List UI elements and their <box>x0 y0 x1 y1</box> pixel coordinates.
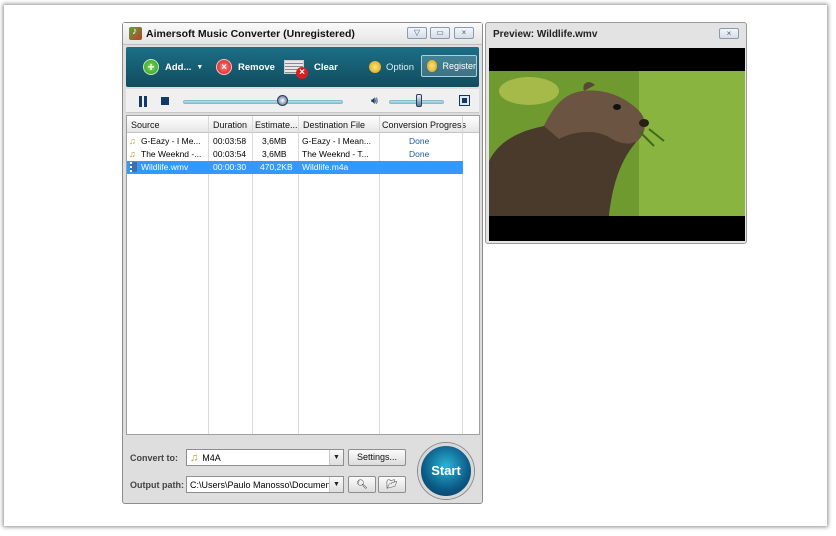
search-folder-button[interactable]: 🔍︎ <box>348 476 376 493</box>
settings-button[interactable]: Settings... <box>348 449 406 466</box>
option-button[interactable]: Option <box>369 47 414 87</box>
film-icon <box>130 162 137 173</box>
playback-bar: 🔊︎ <box>126 89 479 113</box>
column-destination[interactable]: Destination File <box>303 120 365 130</box>
chevron-down-icon: ▼ <box>196 63 204 71</box>
close-button[interactable]: × <box>454 27 474 39</box>
output-path-select[interactable]: C:\Users\Paulo Manosso\Documents ▼ <box>186 476 344 493</box>
seek-slider-thumb[interactable] <box>277 95 289 106</box>
row-destination: The Weeknd - T... <box>302 149 369 159</box>
remove-button[interactable]: × Remove <box>216 47 275 87</box>
register-button[interactable]: Register <box>421 55 477 77</box>
music-note-icon: ♫ <box>129 136 136 146</box>
music-note-icon: ♫ <box>129 149 136 159</box>
output-path-label: Output path: <box>130 480 184 490</box>
clear-list-icon <box>284 60 308 79</box>
preview-close-button[interactable]: × <box>719 28 739 39</box>
window-title: Aimersoft Music Converter (Unregistered) <box>146 28 355 40</box>
volume-slider-thumb[interactable] <box>416 94 423 107</box>
table-row-selected[interactable]: Wildlife.wmv 00:00:30 470,2KB Wildlife.m… <box>127 161 463 174</box>
toolbar: + Add... ▼ × Remove Clear Option Registe… <box>126 47 479 87</box>
format-value: M4A <box>202 452 221 463</box>
row-duration: 00:03:58 <box>213 136 247 146</box>
preview-window: Preview: Wildlife.wmv × <box>485 22 747 244</box>
list-scroll-area <box>463 133 479 434</box>
table-row[interactable]: ♫ G-Eazy - I Me... 00:03:58 3,6MB G-Eazy… <box>127 135 463 148</box>
marmot-image <box>489 71 745 216</box>
column-estimate[interactable]: Estimate... <box>255 120 298 130</box>
preview-title: Preview: Wildlife.wmv <box>493 29 598 40</box>
stop-icon[interactable] <box>161 97 169 105</box>
seek-slider[interactable] <box>183 100 343 104</box>
row-estimate: 470,2KB <box>260 162 293 172</box>
add-label: Add... <box>165 61 192 73</box>
music-note-icon: ♫ <box>190 451 199 464</box>
option-label: Option <box>386 61 414 73</box>
row-progress: Done <box>409 136 430 146</box>
register-label: Register <box>442 61 476 71</box>
row-source: Wildlife.wmv <box>141 162 189 172</box>
chevron-down-icon[interactable]: ▼ <box>329 477 343 492</box>
app-logo-icon <box>129 26 142 40</box>
row-progress: Done <box>409 149 430 159</box>
column-source[interactable]: Source <box>131 120 160 130</box>
remove-icon: × <box>216 59 232 75</box>
row-destination: Wildlife.m4a <box>302 162 349 172</box>
row-estimate: 3,6MB <box>262 136 287 146</box>
convert-to-label: Convert to: <box>130 453 178 463</box>
search-icon: 🔍︎ <box>356 479 368 489</box>
column-duration[interactable]: Duration <box>213 120 247 130</box>
row-destination: G-Eazy - I Mean... <box>302 136 371 146</box>
format-select[interactable]: ♫ M4A ▼ <box>186 449 344 466</box>
minimize-button[interactable]: ▭ <box>430 27 450 39</box>
table-row[interactable]: ♫ The Weeknd -... 00:03:54 3,6MB The Wee… <box>127 148 463 161</box>
snapshot-icon[interactable] <box>459 95 470 106</box>
row-duration: 00:03:54 <box>213 149 247 159</box>
open-folder-button[interactable]: 📂︎ <box>378 476 406 493</box>
clear-button[interactable]: Clear <box>284 47 338 87</box>
row-source: G-Eazy - I Me... <box>141 136 201 146</box>
remove-label: Remove <box>238 61 275 73</box>
output-path-value: C:\Users\Paulo Manosso\Documents <box>190 479 338 490</box>
start-button[interactable]: Start <box>418 443 474 499</box>
row-source: The Weeknd -... <box>141 149 202 159</box>
plus-icon: + <box>143 59 159 75</box>
file-list-header: Source Duration Estimate... Destination … <box>127 116 479 133</box>
file-list: Source Duration Estimate... Destination … <box>126 115 480 435</box>
main-window: Aimersoft Music Converter (Unregistered)… <box>122 22 483 504</box>
volume-icon[interactable]: 🔊︎ <box>371 95 378 108</box>
add-button[interactable]: + Add... ▼ <box>143 47 203 87</box>
folder-icon: 📂︎ <box>386 479 398 489</box>
title-bar[interactable]: Aimersoft Music Converter (Unregistered)… <box>123 23 482 45</box>
dropdown-window-button[interactable]: ▽ <box>407 27 427 39</box>
column-progress[interactable]: Conversion Progress <box>382 120 466 130</box>
video-preview <box>489 48 745 241</box>
row-duration: 00:00:30 <box>213 162 247 172</box>
key-icon <box>427 60 438 72</box>
gear-icon <box>369 61 381 73</box>
video-frame-image <box>489 71 745 216</box>
chevron-down-icon[interactable]: ▼ <box>329 450 343 465</box>
row-estimate: 3,6MB <box>262 149 287 159</box>
pause-icon[interactable] <box>138 96 148 107</box>
clear-label: Clear <box>314 61 338 73</box>
